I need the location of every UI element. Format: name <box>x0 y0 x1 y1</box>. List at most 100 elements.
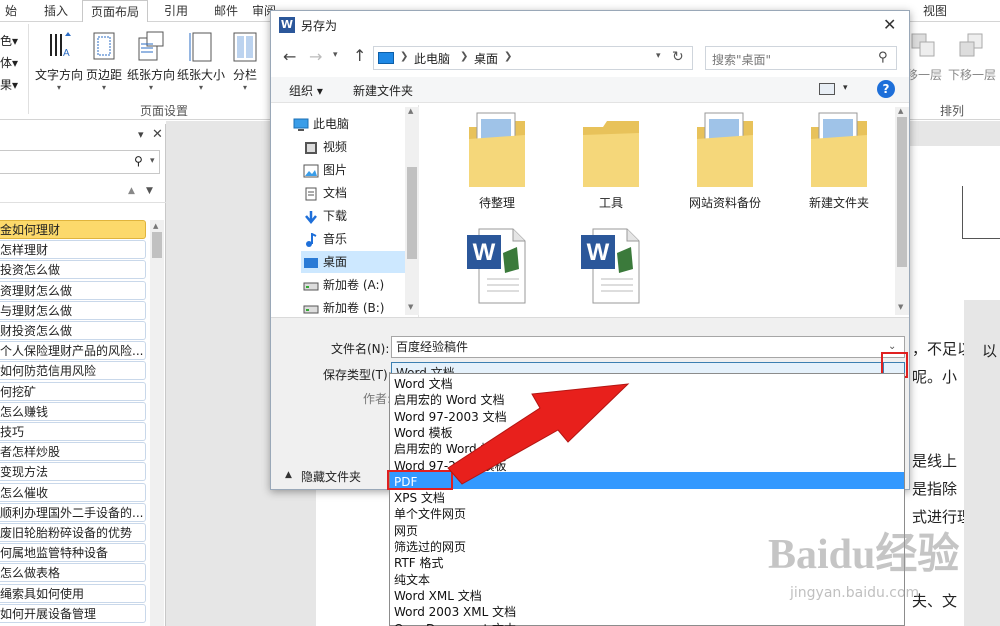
nav-heading-item[interactable]: 者怎样炒股 <box>0 442 146 462</box>
tab-insert[interactable]: 插入 <box>36 0 76 22</box>
tree-item-drive-a[interactable]: 新加卷 (A:) <box>301 274 407 296</box>
folder-tools[interactable]: 工具 <box>561 111 661 211</box>
nav-down-icon[interactable]: ▼ <box>146 186 153 196</box>
orientation-button[interactable]: 纸张方向 ▾ <box>126 30 176 92</box>
path-desktop[interactable]: 桌面 <box>474 50 498 67</box>
tab-page-layout[interactable]: 页面布局 <box>82 0 148 23</box>
nav-heading-item[interactable]: 何属地监管特种设备 <box>0 543 146 563</box>
nav-heading-item[interactable]: 怎么催收 <box>0 482 146 502</box>
nav-heading-item[interactable]: 金如何理财 <box>0 220 146 239</box>
search-icon[interactable]: ⚲ <box>878 50 888 65</box>
search-box[interactable]: 搜索"桌面" ⚲ <box>705 46 897 70</box>
recent-dropdown-icon[interactable]: ▾ <box>333 50 338 60</box>
tree-item-label: 桌面 <box>323 255 348 269</box>
filetype-option[interactable]: 筛选过的网页 <box>394 539 466 555</box>
nav-heading-item[interactable]: 怎样理财 <box>0 240 146 260</box>
nav-heading-item[interactable]: 何挖矿 <box>0 381 146 401</box>
nav-heading-item[interactable]: 财投资怎么做 <box>0 321 146 340</box>
files-scrollbar[interactable]: ▲ ▼ <box>895 107 909 315</box>
pane-close-icon[interactable]: ✕ <box>152 127 163 142</box>
new-folder-button[interactable]: 新建文件夹 <box>353 82 413 99</box>
pane-dropdown-icon[interactable]: ▾ <box>138 128 144 141</box>
filetype-option[interactable]: 纯文本 <box>394 572 430 588</box>
folder-new[interactable]: 新建文件夹 <box>789 111 889 211</box>
view-options-icon[interactable] <box>819 83 835 95</box>
nav-heading-item[interactable]: 顺利办理国外二手设备的... <box>0 502 146 522</box>
word-file-2[interactable]: W <box>561 223 661 308</box>
nav-heading-item[interactable]: 如何开展设备管理 <box>0 603 146 623</box>
word-file-1[interactable]: W <box>447 223 547 308</box>
tree-item-videos[interactable]: 视频 <box>301 136 407 158</box>
filename-input[interactable]: 百度经验稿件 ⌄ <box>391 336 905 358</box>
folder-site-backup[interactable]: 网站资料备份 <box>675 111 775 211</box>
tab-view[interactable]: 视图 <box>915 0 955 22</box>
margins-icon <box>90 30 118 64</box>
nav-heading-item[interactable]: 怎么赚钱 <box>0 401 146 421</box>
close-icon[interactable]: ✕ <box>883 15 896 34</box>
author-label: 作者: <box>363 392 392 406</box>
columns-button[interactable]: 分栏 ▾ <box>228 30 262 92</box>
nav-up-icon[interactable]: ▲ <box>128 186 135 196</box>
tab-mailings[interactable]: 邮件 <box>206 0 246 22</box>
help-icon[interactable]: ? <box>877 80 895 98</box>
tab-start[interactable]: 始 <box>0 0 22 22</box>
text-direction-button[interactable]: A 文字方向 ▾ <box>34 30 84 92</box>
send-backward-button[interactable]: 下移一层 <box>946 30 998 83</box>
filetype-option[interactable]: OpenDocument 文本 <box>394 621 516 626</box>
bring-forward-button[interactable]: 移一层 <box>904 30 944 83</box>
back-arrow-icon[interactable]: ← <box>283 47 296 66</box>
nav-heading-item[interactable]: 如何防范信用风险 <box>0 361 146 381</box>
theme-colors-button[interactable]: 色▾ <box>0 30 18 52</box>
nav-heading-item[interactable]: 绳索具如何使用 <box>0 583 146 603</box>
organize-button[interactable]: 组织 ▾ <box>289 82 323 99</box>
forward-arrow-icon[interactable]: → <box>309 47 322 66</box>
address-dropdown-icon[interactable]: ▾ <box>656 51 661 61</box>
nav-heading-item[interactable]: 投资怎么做 <box>0 260 146 280</box>
tree-item-documents[interactable]: 文档 <box>301 182 407 204</box>
svg-text:W: W <box>587 239 610 266</box>
size-button[interactable]: 纸张大小 ▾ <box>176 30 226 92</box>
filetype-option[interactable]: 单个文件网页 <box>394 506 466 522</box>
folder-daizhengli[interactable]: 待整理 <box>447 111 547 211</box>
theme-effects-button[interactable]: 果▾ <box>0 74 18 96</box>
nav-scrollbar[interactable]: ▲ <box>150 220 164 626</box>
tree-item-this-pc[interactable]: 此电脑 <box>291 113 407 135</box>
filetype-option[interactable]: 网页 <box>394 523 418 539</box>
nav-heading-item[interactable]: 变现方法 <box>0 462 146 482</box>
search-icon[interactable]: ⚲ <box>134 154 143 168</box>
nav-heading-item[interactable]: 资理财怎么做 <box>0 280 146 300</box>
nav-heading-item[interactable]: 废旧轮胎粉碎设备的优势 <box>0 523 146 542</box>
filetype-option[interactable]: XPS 文档 <box>394 490 445 506</box>
tree-item-music[interactable]: 音乐 <box>301 228 407 250</box>
filetype-option[interactable]: RTF 格式 <box>394 555 444 571</box>
margins-button[interactable]: 页边距 ▾ <box>84 30 124 92</box>
tab-references[interactable]: 引用 <box>156 0 196 22</box>
nav-heading-item[interactable]: 个人保险理财产品的风险... <box>0 341 146 361</box>
tree-item-drive-b[interactable]: 新加卷 (B:) <box>301 297 407 319</box>
up-arrow-icon[interactable]: ↑ <box>353 46 366 65</box>
nav-heading-item[interactable]: 怎么做表格 <box>0 563 146 583</box>
hide-folders-icon[interactable]: ▲ <box>285 470 292 480</box>
word-app-icon: W <box>279 17 295 33</box>
view-dropdown-icon[interactable]: ▾ <box>843 83 848 93</box>
word-document-icon: W <box>447 223 547 308</box>
folder-icon <box>561 111 661 194</box>
word-document-icon: W <box>561 223 661 308</box>
filetype-option[interactable]: Word 2003 XML 文档 <box>394 604 516 620</box>
nav-heading-item[interactable]: 与理财怎么做 <box>0 300 146 320</box>
tree-item-label: 新加卷 (A:) <box>323 278 385 292</box>
refresh-icon[interactable]: ↻ <box>672 49 684 65</box>
tree-scrollbar[interactable]: ▲ ▼ <box>405 107 419 315</box>
page-setup-group-label: 页面设置 <box>140 104 189 118</box>
path-this-pc[interactable]: 此电脑 <box>414 50 450 67</box>
tree-item-pictures[interactable]: 图片 <box>301 159 407 181</box>
theme-fonts-button[interactable]: 体▾ <box>0 52 18 74</box>
nav-heading-item[interactable]: 技巧 <box>0 422 146 441</box>
tree-item-downloads[interactable]: 下载 <box>301 205 407 227</box>
hide-folders-button[interactable]: 隐藏文件夹 <box>301 468 361 485</box>
search-dropdown-icon[interactable]: ▾ <box>150 156 155 166</box>
tree-item-desktop[interactable]: 桌面 <box>301 251 407 273</box>
filetype-option[interactable]: Word XML 文档 <box>394 588 482 604</box>
nav-search-input[interactable]: ⚲ ▾ <box>0 150 160 174</box>
address-bar[interactable]: ❯ 此电脑 ❯ 桌面 ❯ ▾ ↻ <box>373 46 693 70</box>
